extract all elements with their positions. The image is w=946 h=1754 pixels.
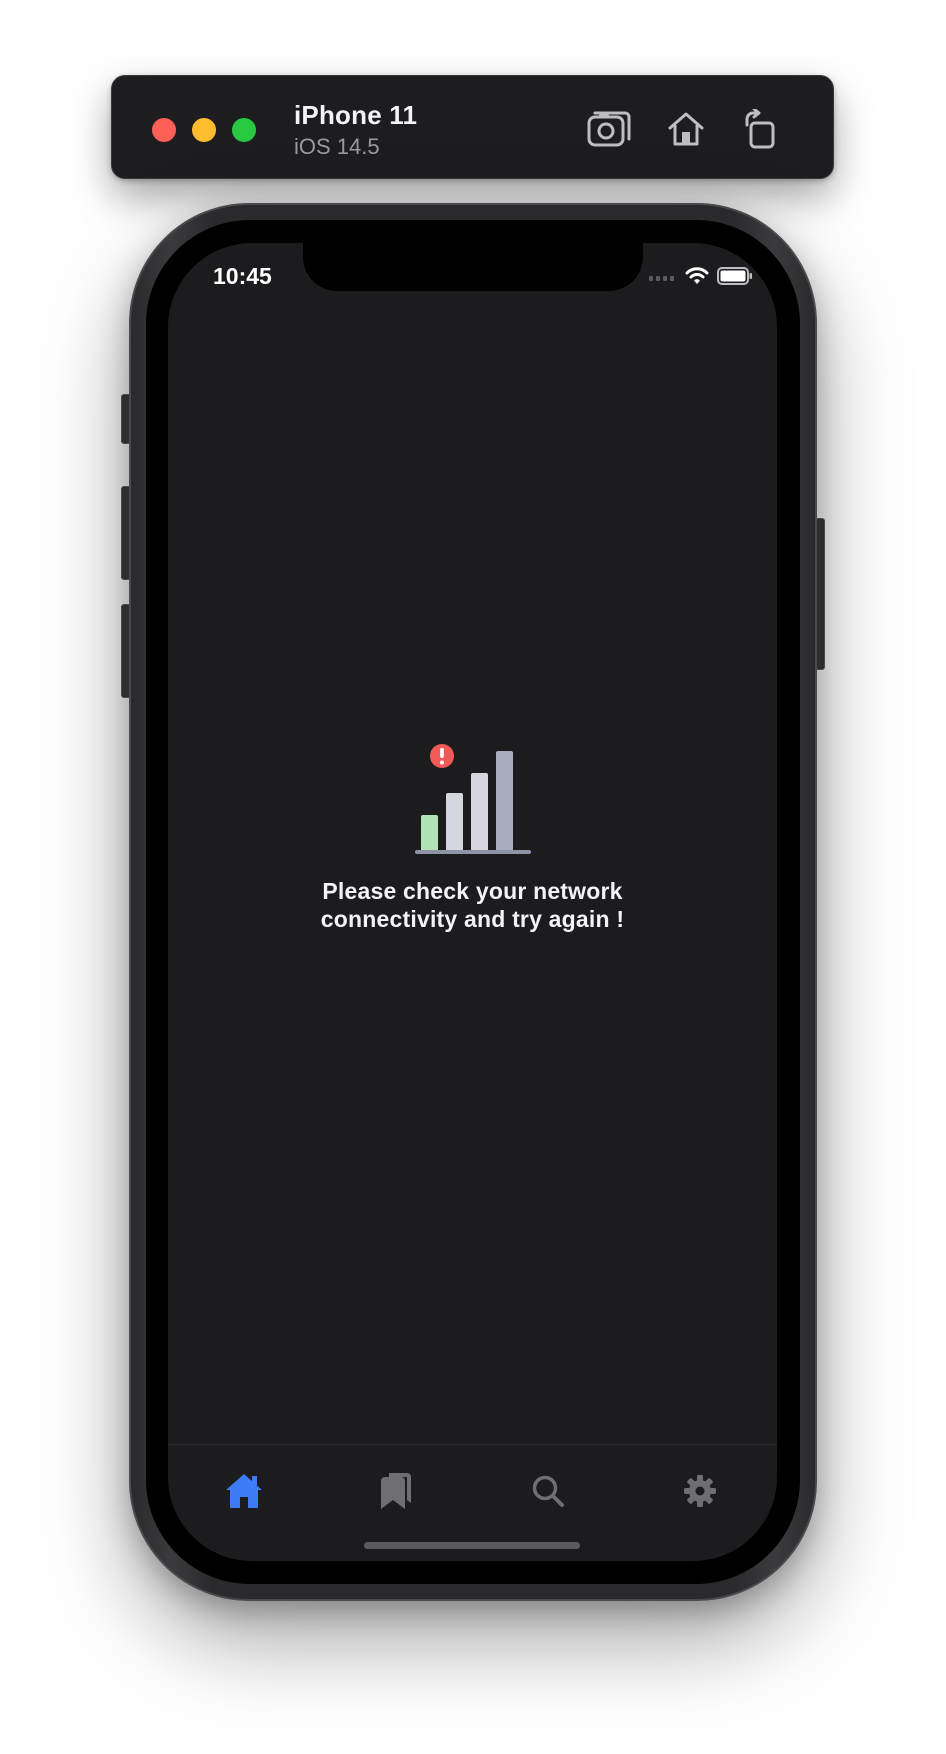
- offline-message: Please check your network connectivity a…: [263, 877, 683, 933]
- tab-search[interactable]: [518, 1461, 578, 1521]
- tab-home[interactable]: [214, 1461, 274, 1521]
- status-time: 10:45: [213, 263, 272, 289]
- bookmarks-icon: [381, 1473, 411, 1509]
- app-screen: 10:45 Please check your network connecti…: [168, 243, 777, 1561]
- rotate-button[interactable]: [736, 106, 782, 152]
- notch: [303, 243, 643, 291]
- device-os-version: iOS 14.5: [294, 134, 380, 159]
- signal-bar-1: [420, 815, 438, 851]
- zoom-window-button[interactable]: [232, 118, 256, 142]
- signal-bar-2: [445, 793, 463, 851]
- home-icon: [226, 1474, 262, 1508]
- signal-bar-3: [470, 773, 488, 851]
- offline-state: Please check your network connectivity a…: [168, 743, 777, 933]
- simulator-stage: iPhone 11 iOS 14.5 10:45 Please check yo…: [0, 0, 946, 1754]
- screenshot-button[interactable]: [586, 106, 632, 152]
- rotate-icon: [745, 109, 775, 149]
- close-window-button[interactable]: [152, 118, 176, 142]
- wifi-icon: [685, 267, 709, 284]
- offline-message-line-1: Please check your network: [322, 878, 623, 904]
- battery-icon: [717, 267, 752, 285]
- camera-screenshot-icon: [587, 111, 631, 147]
- signal-bar-4: [495, 751, 513, 851]
- tab-bookmarks[interactable]: [366, 1461, 426, 1521]
- signal-icon: [649, 276, 674, 281]
- tab-settings[interactable]: [670, 1461, 730, 1521]
- home-button[interactable]: [663, 106, 709, 152]
- status-icons: [649, 267, 753, 285]
- minimize-window-button[interactable]: [192, 118, 216, 142]
- gear-icon: [684, 1475, 716, 1507]
- offline-message-line-2: connectivity and try again !: [320, 906, 625, 932]
- no-signal-illustration: [414, 744, 531, 854]
- simulator-toolbar: iPhone 11 iOS 14.5: [111, 75, 834, 179]
- home-icon: [668, 112, 704, 146]
- home-indicator[interactable]: [364, 1542, 580, 1549]
- search-icon: [532, 1475, 564, 1507]
- device-name: iPhone 11: [294, 100, 418, 130]
- ground-line: [414, 850, 531, 854]
